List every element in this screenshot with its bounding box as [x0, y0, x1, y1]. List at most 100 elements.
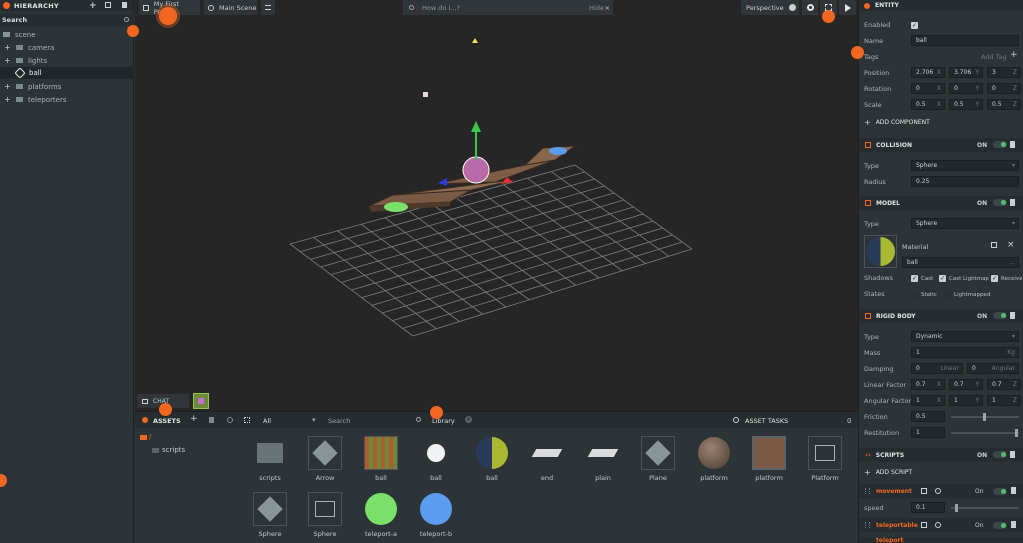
tutorial-hotspot[interactable]	[159, 7, 177, 25]
hierarchy-search[interactable]: Search	[0, 14, 134, 26]
material-field[interactable]: ball...	[902, 257, 1019, 268]
tags-input[interactable]: Add Tag	[981, 53, 1007, 61]
help-search-input[interactable]: How do I...?	[422, 4, 460, 12]
delete-icon[interactable]	[1010, 199, 1015, 206]
material-thumbnail[interactable]	[864, 235, 897, 268]
drag-handle-icon[interactable]	[865, 522, 870, 528]
angular-factor-x[interactable]: 1X	[911, 395, 945, 406]
scripts-folder[interactable]: scripts	[162, 446, 185, 454]
scene-viewport[interactable]	[135, 0, 858, 411]
damping-angular[interactable]: 0 Angular	[967, 363, 1019, 374]
linear-factor-z[interactable]: 0.7 Z	[987, 379, 1021, 390]
add-asset-icon[interactable]: +	[190, 414, 198, 424]
lightmapped-checkbox[interactable]	[944, 291, 951, 298]
delete-icon[interactable]	[122, 2, 127, 8]
tree-item-camera[interactable]: + camera	[0, 42, 134, 53]
asset-tasks-label[interactable]: ASSET TASKS	[745, 417, 788, 425]
add-tag-icon[interactable]: +	[1010, 50, 1018, 60]
scene-name[interactable]: Main Scene	[219, 4, 256, 12]
cast-checkbox[interactable]: ✓	[911, 275, 918, 282]
asset-item[interactable]: teleport-b	[408, 492, 464, 538]
expand-icon[interactable]: +	[4, 82, 12, 91]
user-avatar[interactable]	[193, 393, 209, 409]
delete-icon[interactable]	[1010, 451, 1015, 458]
friction-slider[interactable]	[951, 413, 1019, 421]
asset-item[interactable]: Plane	[630, 436, 686, 482]
expand-icon[interactable]: +	[4, 43, 12, 52]
receive-checkbox[interactable]: ✓	[991, 275, 998, 282]
script-row-teleportable[interactable]: teleportable On	[859, 518, 1023, 532]
restitution-field[interactable]: 1	[911, 427, 945, 438]
camera-gizmo[interactable]	[423, 92, 428, 97]
tree-item-platforms[interactable]: + platforms	[0, 81, 134, 92]
scripts-header[interactable]: ‹› SCRIPTS ON	[859, 448, 1023, 462]
rigid-body-toggle[interactable]	[993, 312, 1007, 319]
speed-field[interactable]: 0.1	[911, 502, 945, 513]
tutorial-hotspot[interactable]	[822, 10, 835, 23]
friction-field[interactable]: 0.5	[911, 411, 945, 422]
damping-linear[interactable]: 0 Linear	[911, 363, 963, 374]
asset-item[interactable]: scripts	[242, 436, 298, 482]
scale-x[interactable]: 0.5 X	[911, 99, 945, 110]
edit-icon[interactable]	[921, 488, 927, 494]
camera-selector[interactable]: Perspective	[741, 0, 799, 15]
expand-icon[interactable]: +	[4, 56, 12, 65]
speed-slider[interactable]	[951, 504, 1019, 512]
teleportable-toggle[interactable]	[993, 522, 1007, 529]
chevron-down-icon[interactable]: ▾	[312, 416, 316, 424]
rotation-z[interactable]: 0Z	[987, 83, 1021, 94]
gizmo-z-arrow[interactable]	[438, 178, 447, 186]
name-field[interactable]: ball	[911, 35, 1019, 46]
position-y[interactable]: 3.706 Y	[949, 67, 983, 78]
close-icon[interactable]: ×	[465, 416, 472, 423]
slider-handle[interactable]	[1015, 429, 1018, 437]
movement-toggle[interactable]	[993, 488, 1007, 495]
tutorial-hotspot[interactable]	[127, 25, 139, 37]
asset-item[interactable]: platform	[741, 436, 797, 482]
refresh-icon[interactable]	[227, 417, 233, 423]
delete-icon[interactable]	[1011, 521, 1016, 528]
slider-handle[interactable]	[983, 413, 986, 421]
tree-item-teleporters[interactable]: + teleporters	[0, 94, 134, 105]
launch-button[interactable]	[839, 0, 856, 15]
add-component-button[interactable]: + ADD COMPONENT	[864, 116, 1014, 128]
asset-item[interactable]: plain	[575, 436, 631, 482]
model-type-select[interactable]: Sphere ▾	[911, 218, 1019, 229]
expand-icon[interactable]: +	[4, 95, 12, 104]
tree-item-lights[interactable]: + lights	[0, 55, 134, 66]
gizmo-y-arrow[interactable]	[471, 121, 481, 132]
help-search[interactable]: How do I...? Hide ×	[403, 0, 613, 15]
model-header[interactable]: MODEL ON	[859, 196, 1023, 210]
search-icon[interactable]	[416, 417, 421, 422]
script-row-movement[interactable]: movement On	[859, 484, 1023, 498]
search-icon[interactable]	[124, 17, 129, 22]
position-x[interactable]: 2.706 X	[911, 67, 945, 78]
add-entity-icon[interactable]: +	[89, 1, 97, 11]
gear-icon[interactable]	[806, 4, 814, 11]
collision-header[interactable]: COLLISION ON	[859, 138, 1023, 152]
duplicate-icon[interactable]	[105, 2, 111, 8]
slider-handle[interactable]	[955, 504, 958, 512]
delete-icon[interactable]	[1010, 141, 1015, 148]
asset-item[interactable]: ball	[464, 436, 520, 482]
assets-search-input[interactable]: Search	[328, 417, 350, 425]
scripts-toggle[interactable]	[993, 451, 1007, 458]
gear-icon[interactable]	[208, 4, 214, 11]
root-folder[interactable]: /	[149, 433, 151, 441]
scene-selector[interactable]: Main Scene	[204, 0, 257, 15]
asset-item[interactable]: platform	[686, 436, 742, 482]
scene-list-button[interactable]	[261, 0, 275, 15]
enabled-checkbox[interactable]: ✓	[911, 22, 918, 29]
refresh-icon[interactable]	[935, 522, 941, 528]
script-name[interactable]: teleport	[876, 537, 903, 543]
tutorial-hotspot[interactable]	[159, 403, 172, 416]
close-icon[interactable]: ×	[1007, 240, 1015, 250]
script-row-teleport[interactable]: teleport	[859, 537, 1023, 543]
rigid-type-select[interactable]: Dynamic ▾	[911, 331, 1019, 342]
refresh-icon[interactable]	[935, 488, 941, 494]
angular-factor-y[interactable]: 1Y	[949, 395, 983, 406]
delete-asset-icon[interactable]	[209, 417, 214, 423]
asset-item[interactable]: teleport-a	[353, 492, 409, 538]
restitution-slider[interactable]	[951, 429, 1019, 437]
scale-z[interactable]: 0.5 Z	[987, 99, 1021, 110]
